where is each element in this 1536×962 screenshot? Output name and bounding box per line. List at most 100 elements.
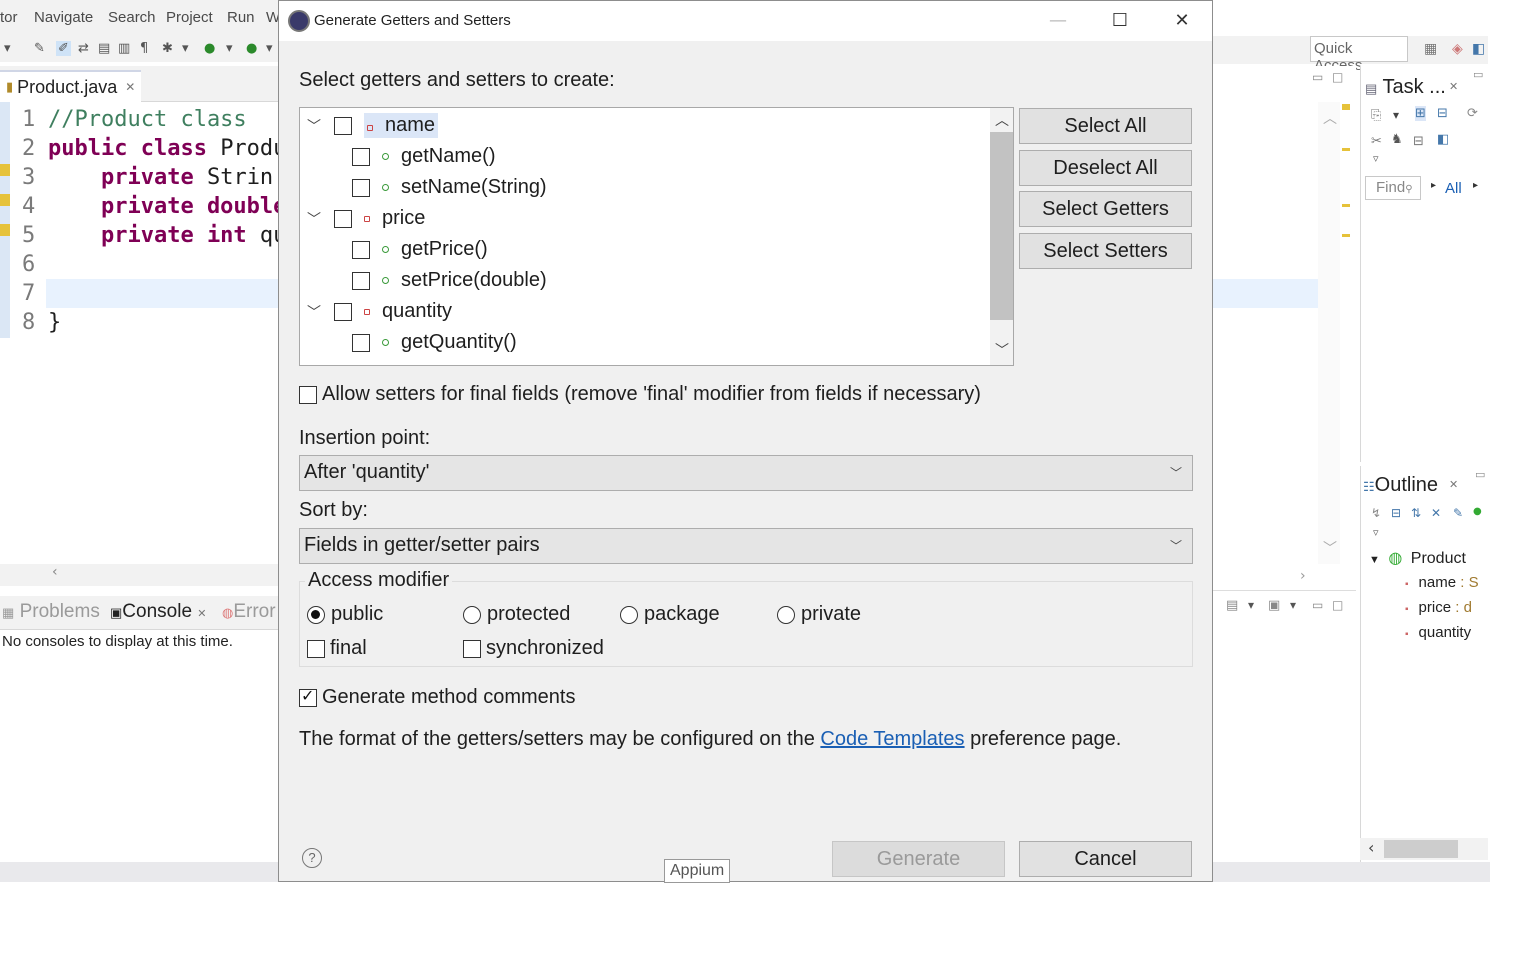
sort-icon[interactable]: ↯	[1371, 506, 1381, 520]
radio-protected[interactable]: protected	[463, 603, 570, 626]
debug-icon[interactable]: ✱	[162, 41, 173, 56]
java-ee-perspective-icon[interactable]: ◈	[1452, 41, 1463, 57]
editor-horizontal-scrollbar[interactable]: ‹	[0, 564, 280, 586]
open-console-icon[interactable]: ▣	[1268, 598, 1280, 613]
outline-field-quantity[interactable]: ▪ quantity	[1405, 624, 1471, 641]
tab-error-log[interactable]: ◍Error	[222, 601, 276, 623]
quick-access-input[interactable]: Quick Access	[1310, 36, 1408, 74]
dropdown-icon[interactable]: ▾	[226, 41, 233, 56]
scrollbar-thumb[interactable]	[990, 132, 1013, 320]
minimize-icon[interactable]: ▭	[1473, 68, 1483, 81]
task-find-input[interactable]: Find⚲	[1365, 176, 1421, 200]
hide-nonpublic-icon[interactable]: ●	[1473, 506, 1482, 517]
members-tree[interactable]: ﹀ name getName() setName(String) ﹀ price getPr…	[299, 107, 1014, 366]
tree-field-row[interactable]: ﹀ quantity	[304, 296, 452, 327]
perspective-icon[interactable]: ▦	[1424, 41, 1437, 57]
radio-button[interactable]	[620, 605, 638, 624]
highlight-icon[interactable]: ✐	[56, 41, 71, 56]
close-icon[interactable]: ✕	[1449, 80, 1458, 93]
editor-tab-product-java[interactable]: ▮ Product.java ✕	[0, 70, 142, 102]
pilcrow-icon[interactable]: ¶	[140, 41, 148, 56]
radio-button[interactable]	[463, 605, 481, 624]
console-display-icon[interactable]: ▤	[1226, 598, 1238, 613]
all-filter-link[interactable]: All	[1445, 180, 1462, 197]
sort-alpha-icon[interactable]: ⇅	[1411, 506, 1421, 520]
block-icon[interactable]: ▤	[98, 41, 110, 56]
tree-field-row[interactable]: ﹀ price	[304, 203, 425, 234]
dropdown-icon[interactable]: ▾	[1248, 598, 1254, 612]
radio-private[interactable]: private	[777, 603, 861, 626]
select-setters-button[interactable]: Select Setters	[1019, 233, 1192, 269]
menu-navigate[interactable]: Navigate	[34, 9, 93, 26]
menu-editor[interactable]: tor	[0, 9, 18, 26]
scheduled-icon[interactable]: ⊟	[1437, 106, 1448, 121]
dropdown-icon[interactable]: ▾	[1290, 598, 1296, 612]
chevron-down-icon[interactable]: ﹀	[304, 209, 324, 229]
tree-vertical-scrollbar[interactable]: ︿ ﹀	[990, 108, 1013, 365]
task-panel-title[interactable]: ▤ Task ...	[1365, 76, 1446, 99]
tree-field-row[interactable]: ﹀ name	[304, 110, 439, 141]
tree-method-row[interactable]: setName(String)	[352, 172, 547, 203]
maximize-button[interactable]: ☐	[1097, 7, 1143, 35]
focus-icon[interactable]: ♞	[1391, 132, 1403, 147]
close-icon[interactable]: ✕	[1449, 478, 1458, 491]
view-menu-icon[interactable]: ▿	[1373, 526, 1379, 539]
generate-comments-checkbox[interactable]: Generate method comments	[299, 686, 575, 709]
radio-public[interactable]: public	[307, 603, 383, 626]
scroll-up-icon[interactable]: ︿	[995, 110, 1009, 130]
tree-checkbox[interactable]	[352, 271, 370, 290]
scrollbar-thumb[interactable]	[1384, 840, 1458, 858]
generate-button[interactable]: Generate	[832, 841, 1005, 877]
chevron-down-icon[interactable]: ▼	[1369, 554, 1380, 566]
cancel-button[interactable]: Cancel	[1019, 841, 1192, 877]
code-templates-link[interactable]: Code Templates	[820, 728, 964, 750]
sort-by-select[interactable]: Fields in getter/setter pairs ﹀	[299, 528, 1193, 564]
outline-field-price[interactable]: ▪ price : d	[1405, 599, 1472, 616]
new-task-icon[interactable]: ⎘	[1371, 108, 1381, 123]
outline-class-product[interactable]: ▼ ◍ Product	[1369, 548, 1466, 568]
tree-checkbox[interactable]	[352, 178, 370, 197]
scroll-left-icon[interactable]: ‹	[1368, 838, 1374, 857]
scroll-down-icon[interactable]: ﹀	[995, 340, 1009, 360]
allow-final-setters-checkbox[interactable]: Allow setters for final fields (remove '…	[299, 383, 981, 406]
final-checkbox[interactable]: final	[307, 637, 367, 660]
chevron-down-icon[interactable]: ﹀	[304, 116, 324, 136]
maximize-icon[interactable]: □	[1332, 598, 1343, 612]
outline-field-name[interactable]: ▪ name : S	[1405, 574, 1479, 591]
menu-project[interactable]: Project	[166, 9, 213, 26]
sync-icon[interactable]: ⟳	[1467, 106, 1478, 121]
close-icon[interactable]: ✕	[197, 608, 206, 620]
run-icon[interactable]: ●	[204, 41, 215, 56]
dropdown-icon[interactable]: ▾	[266, 41, 273, 56]
scroll-up-icon[interactable]: ︿	[1323, 108, 1337, 128]
tree-checkbox[interactable]	[352, 240, 370, 259]
maximize-icon[interactable]: □	[1332, 70, 1343, 84]
close-button[interactable]: ✕	[1159, 7, 1205, 35]
help-icon[interactable]: ?	[302, 848, 322, 868]
collapse-icon[interactable]: ⊟	[1391, 506, 1401, 520]
minimize-icon[interactable]: ▭	[1312, 70, 1323, 84]
hide-fields-icon[interactable]: ✕	[1431, 506, 1441, 520]
tree-checkbox[interactable]	[334, 116, 352, 135]
dropdown-icon[interactable]: ▾	[182, 41, 189, 56]
minimize-button[interactable]: —	[1035, 7, 1081, 35]
minimize-icon[interactable]: ▭	[1312, 598, 1323, 612]
tree-checkbox[interactable]	[334, 209, 352, 228]
checkbox-box[interactable]	[463, 639, 481, 658]
scroll-down-icon[interactable]: ﹀	[1323, 538, 1337, 558]
tree-checkbox[interactable]	[352, 147, 370, 166]
tree-method-row[interactable]: getPrice()	[352, 234, 488, 265]
radio-button[interactable]	[307, 605, 325, 624]
insertion-point-select[interactable]: After 'quantity' ﹀	[299, 455, 1193, 491]
scroll-left-icon[interactable]: ‹	[52, 564, 58, 580]
run-ext-icon[interactable]: ●	[246, 41, 257, 56]
dropdown-icon[interactable]: ▾	[4, 41, 11, 56]
checkbox-box[interactable]	[307, 639, 325, 658]
minimize-icon[interactable]: ▭	[1475, 468, 1485, 481]
close-icon[interactable]: ✕	[125, 80, 135, 94]
checkbox-box[interactable]	[299, 385, 317, 404]
synchronized-checkbox[interactable]: synchronized	[463, 637, 604, 660]
scroll-right-icon[interactable]: ›	[1300, 568, 1306, 584]
editor-vertical-scrollbar[interactable]: ︿ ﹀	[1318, 102, 1340, 564]
collapse-all-icon[interactable]: ⊟	[1413, 134, 1424, 149]
